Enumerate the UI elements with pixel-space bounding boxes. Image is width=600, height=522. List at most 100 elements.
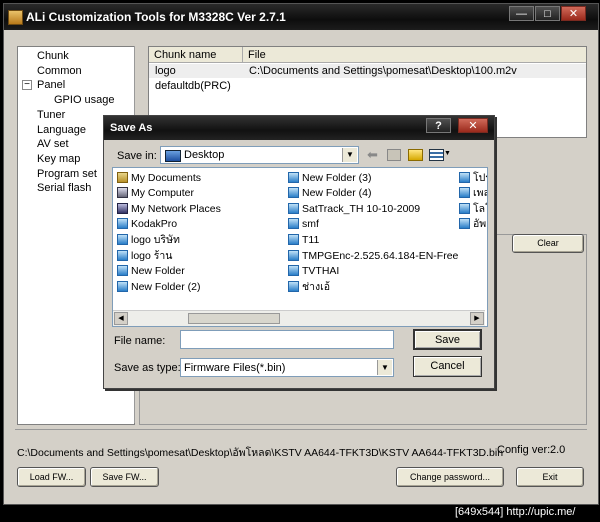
tree-item-gpio-usage[interactable]: GPIO usage (54, 94, 115, 106)
tree-item-serial-flash[interactable]: Serial flash (37, 182, 91, 194)
file-name: logo บริษัท (131, 234, 180, 246)
firmware-path: C:\Documents and Settings\pomesat\Deskto… (17, 447, 504, 459)
dialog-title: Save As (110, 122, 153, 134)
list-item[interactable]: โปร (459, 171, 487, 185)
folder-icon (117, 250, 128, 261)
chevron-down-icon[interactable]: ▼ (342, 148, 357, 162)
cancel-button[interactable]: Cancel (413, 356, 482, 377)
help-button[interactable]: ? (426, 118, 451, 133)
column-header-file[interactable]: File (243, 47, 586, 63)
change-password-button[interactable]: Change password... (396, 467, 504, 487)
horizontal-scrollbar[interactable]: ◀ ▶ (113, 310, 485, 326)
scroll-thumb[interactable] (188, 313, 280, 324)
folder-icon (459, 172, 470, 183)
list-item[interactable]: New Folder (2) (117, 280, 200, 294)
save-as-type-dropdown[interactable]: Firmware Files(*.bin) ▼ (180, 358, 394, 377)
save-in-dropdown[interactable]: Desktop ▼ (160, 146, 359, 164)
list-item[interactable]: My Network Places (117, 202, 221, 216)
tree-item-tuner[interactable]: Tuner (37, 109, 65, 121)
my-documents-icon (117, 172, 128, 183)
dialog-close-button[interactable]: ✕ (458, 118, 488, 133)
folder-icon (117, 265, 128, 276)
tree-item-chunk[interactable]: Chunk (37, 50, 69, 62)
tree-item-program-set[interactable]: Program set (37, 168, 97, 180)
file-name: ช่างเอ้ (302, 281, 331, 293)
app-icon (8, 10, 23, 25)
table-row[interactable]: logo C:\Documents and Settings\pomesat\D… (149, 64, 586, 78)
new-folder-icon[interactable] (408, 149, 423, 161)
list-item[interactable]: logo ร้าน (117, 249, 172, 263)
close-button[interactable]: ✕ (561, 6, 586, 21)
chunk-name-cell: defaultdb(PRC) (155, 80, 231, 92)
save-in-label: Save in: (117, 150, 157, 162)
list-item[interactable]: My Documents (117, 171, 201, 185)
maximize-button[interactable]: □ (535, 6, 560, 21)
list-item[interactable]: เพล (459, 186, 487, 200)
list-item[interactable]: smf (288, 217, 319, 231)
list-item[interactable]: logo บริษัท (117, 233, 180, 247)
file-name: T11 (302, 234, 320, 246)
chunk-name-cell: logo (155, 65, 176, 77)
table-row[interactable]: defaultdb(PRC) (149, 79, 586, 93)
tree-item-panel[interactable]: Panel (37, 79, 65, 91)
file-name: My Computer (131, 187, 195, 199)
file-name-label: File name: (114, 335, 166, 347)
file-name: เพล (473, 187, 487, 199)
watermark: [649x544] http://upic.me/ (455, 506, 576, 518)
file-name: smf (302, 218, 319, 230)
folder-icon (288, 172, 299, 183)
file-name-input[interactable] (180, 330, 394, 349)
list-item[interactable]: T11 (288, 233, 319, 247)
column-header-chunk-name[interactable]: Chunk name (149, 47, 243, 63)
load-fw-button[interactable]: Load FW... (17, 467, 86, 487)
tree-item-key-map[interactable]: Key map (37, 153, 80, 165)
save-fw-button[interactable]: Save FW... (90, 467, 159, 487)
file-name: logo ร้าน (131, 250, 173, 262)
list-item[interactable]: New Folder (4) (288, 186, 371, 200)
file-name: โลโ (473, 203, 487, 215)
list-item[interactable]: New Folder (3) (288, 171, 371, 185)
scroll-left-icon[interactable]: ◀ (114, 312, 128, 325)
list-item[interactable]: โลโ (459, 202, 487, 216)
list-item[interactable]: TVTHAI (288, 264, 339, 278)
tree-item-av-set[interactable]: AV set (37, 138, 69, 150)
save-in-value: Desktop (184, 149, 225, 161)
file-name: SatTrack_TH 10-10-2009 (302, 203, 421, 215)
view-menu-chevron-icon[interactable]: ▼ (444, 150, 451, 157)
list-item[interactable]: SatTrack_TH 10-10-2009 (288, 202, 420, 216)
back-icon[interactable]: ⬅ (367, 147, 378, 163)
file-name: My Network Places (131, 203, 221, 215)
file-browser[interactable]: My Documents My Computer My Network Plac… (112, 167, 488, 327)
folder-icon (288, 265, 299, 276)
config-version-value: 2.0 (550, 444, 566, 456)
chevron-down-icon[interactable]: ▼ (377, 360, 392, 375)
file-name: KodakPro (131, 218, 178, 230)
folder-icon (117, 281, 128, 292)
tree-item-common[interactable]: Common (37, 65, 82, 77)
save-button[interactable]: Save (413, 329, 482, 350)
up-folder-icon[interactable] (387, 149, 401, 161)
view-menu-icon[interactable] (429, 149, 444, 161)
list-item[interactable]: TMPGEnc-2.525.64.184-EN-Free (288, 249, 458, 263)
title-bar: ALi Customization Tools for M3328C Ver 2… (4, 4, 598, 30)
clear-button[interactable]: Clear (512, 234, 584, 253)
divider (15, 429, 587, 430)
folder-icon (459, 203, 470, 214)
my-computer-icon (117, 187, 128, 198)
list-item[interactable]: New Folder (117, 264, 185, 278)
config-version-label: Config ver: (497, 444, 551, 456)
minimize-button[interactable]: — (509, 6, 534, 21)
tree-item-language[interactable]: Language (37, 124, 86, 136)
list-item[interactable]: KodakPro (117, 217, 177, 231)
list-item[interactable]: อัพ (459, 217, 486, 231)
list-item[interactable]: ช่างเอ้ (288, 280, 330, 294)
file-name: TMPGEnc-2.525.64.184-EN-Free (302, 250, 459, 262)
folder-icon (459, 187, 470, 198)
tree-expander-icon[interactable]: − (22, 80, 32, 90)
exit-button[interactable]: Exit (516, 467, 584, 487)
file-name: New Folder (3) (302, 172, 372, 184)
scroll-right-icon[interactable]: ▶ (470, 312, 484, 325)
file-name: My Documents (131, 172, 202, 184)
folder-icon (288, 234, 299, 245)
list-item[interactable]: My Computer (117, 186, 194, 200)
